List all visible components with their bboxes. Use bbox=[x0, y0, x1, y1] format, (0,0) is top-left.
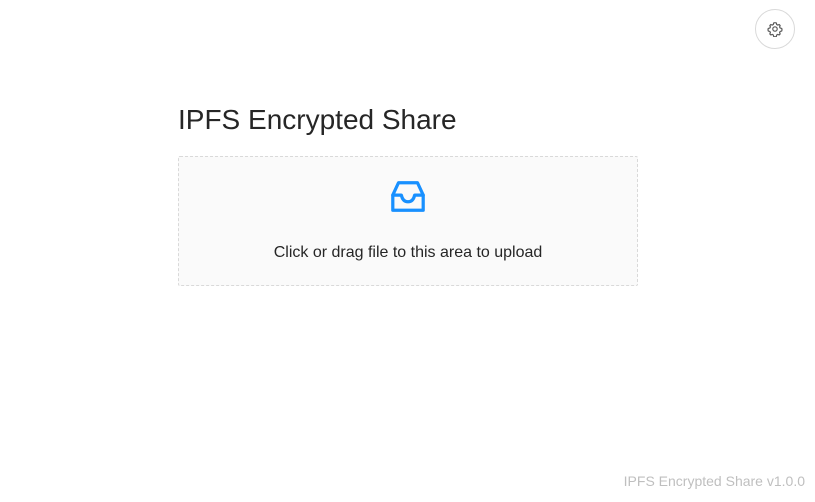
upload-dropzone[interactable]: Click or drag file to this area to uploa… bbox=[178, 156, 638, 286]
version-footer: IPFS Encrypted Share v1.0.0 bbox=[623, 473, 805, 489]
app-page: IPFS Encrypted Share Click or drag file … bbox=[0, 0, 815, 502]
upload-hint-text: Click or drag file to this area to uploa… bbox=[273, 244, 543, 261]
settings-button[interactable] bbox=[755, 9, 795, 49]
gear-icon bbox=[767, 21, 783, 37]
inbox-icon bbox=[389, 178, 427, 216]
page-title: IPFS Encrypted Share bbox=[178, 104, 457, 135]
